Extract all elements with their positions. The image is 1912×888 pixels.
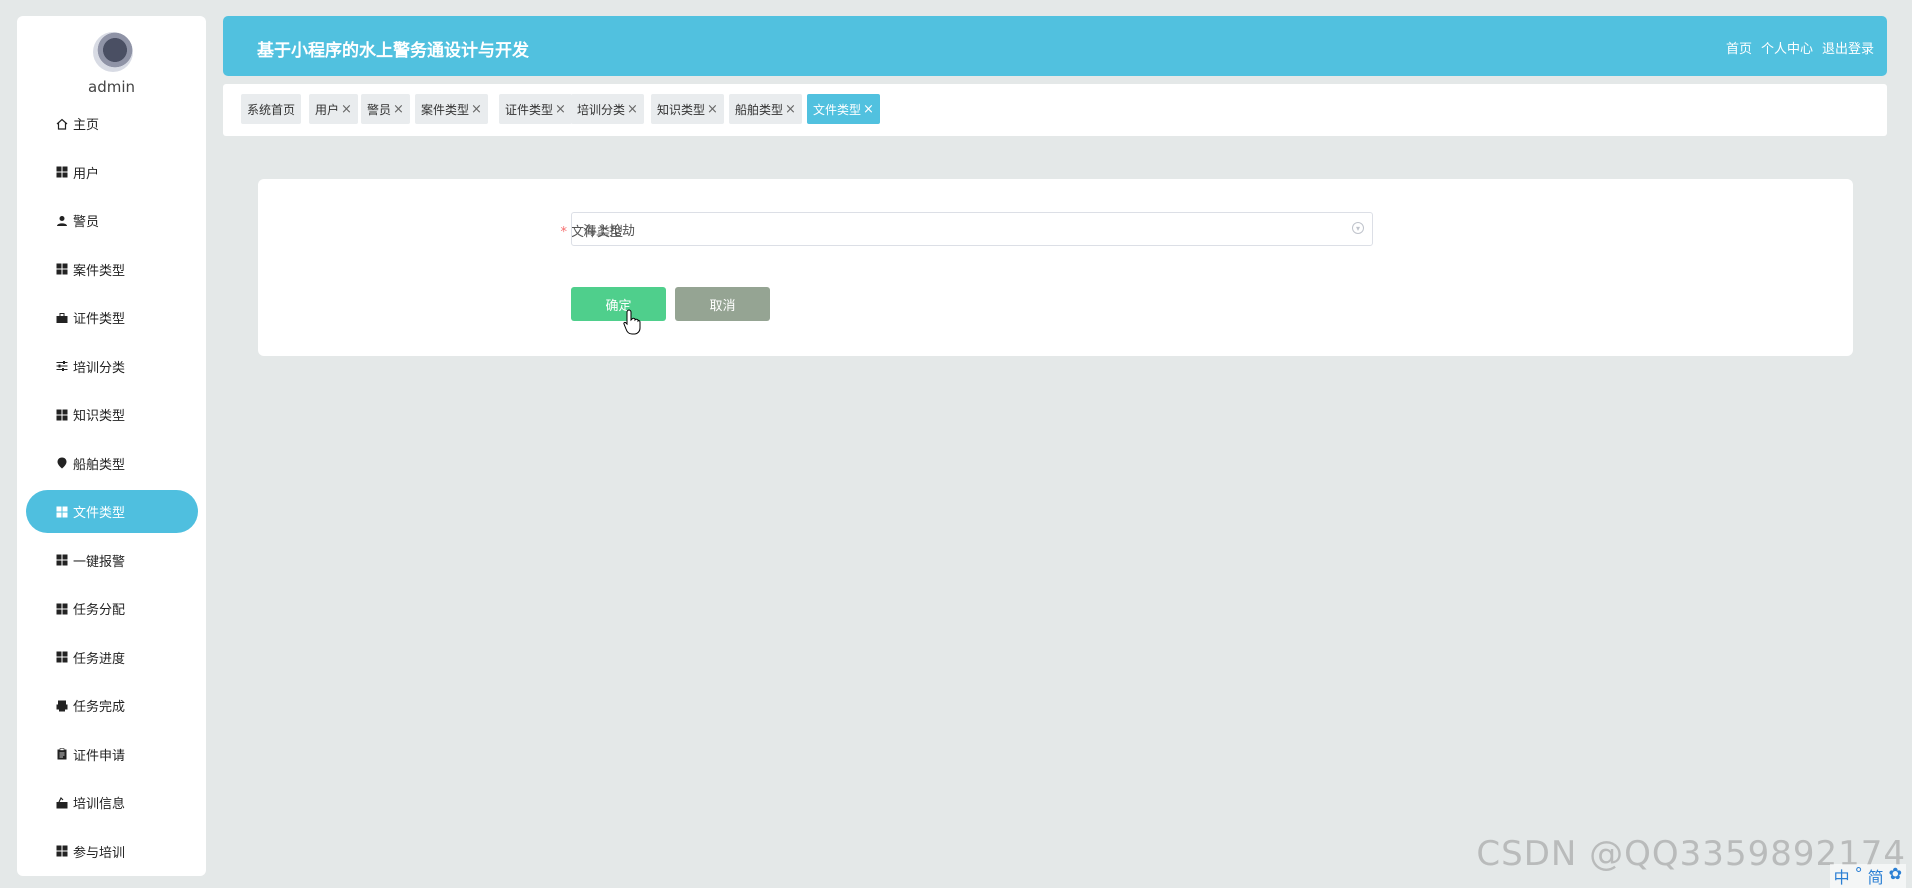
sidebar-item-10[interactable]: 任务分配 (26, 587, 198, 630)
grid-icon (56, 166, 68, 178)
sliders-icon (56, 360, 68, 372)
tab-label: 知识类型 (657, 102, 706, 117)
sidebar-item-6[interactable]: 知识类型 (26, 393, 198, 436)
tab-0[interactable]: 系统首页 (241, 94, 302, 124)
home-icon (56, 118, 68, 130)
close-icon[interactable]: × (471, 102, 482, 117)
printer-icon (56, 700, 68, 712)
sidebar-item-13[interactable]: 证件申请 (26, 733, 198, 776)
sidebar-item-label: 任务完成 (73, 700, 126, 715)
grid-icon (56, 409, 68, 421)
sidebar-item-4[interactable]: 证件类型 (26, 296, 198, 339)
sidebar-item-3[interactable]: 案件类型 (26, 248, 198, 291)
confirm-button[interactable]: 确定 (571, 287, 666, 321)
tab-6[interactable]: 知识类型 × (651, 94, 724, 124)
cancel-button[interactable]: 取消 (675, 287, 770, 321)
close-icon[interactable]: × (393, 102, 404, 117)
pin-icon (56, 457, 68, 469)
sidebar-item-label: 警员 (73, 215, 100, 230)
sidebar-item-5[interactable]: 培训分类 (26, 345, 198, 388)
sidebar-item-9[interactable]: 一键报警 (26, 539, 198, 582)
tab-label: 用户 (315, 102, 340, 117)
sidebar-item-label: 培训分类 (73, 360, 126, 376)
sidebar-item-15[interactable]: 参与培训 (26, 830, 198, 873)
sidebar-item-2[interactable]: 警员 (26, 199, 198, 242)
header-link-logout[interactable]: 退出登录 (1822, 38, 1874, 57)
header: 基于小程序的水上警务通设计与开发 首页 个人中心 退出登录 (223, 16, 1887, 76)
tab-label: 案件类型 (421, 102, 470, 117)
case-icon (56, 796, 68, 809)
header-link-home[interactable]: 首页 (1726, 38, 1752, 57)
tab-label: 证件类型 (505, 102, 554, 117)
header-link-profile[interactable]: 个人中心 (1761, 38, 1813, 57)
grid-icon (56, 554, 68, 566)
close-icon[interactable]: × (555, 102, 566, 117)
required-mark: * (560, 225, 567, 240)
sidebar-item-8[interactable]: 文件类型 (26, 490, 198, 533)
sidebar-item-label: 知识类型 (73, 409, 126, 424)
sidebar-item-11[interactable]: 任务进度 (26, 636, 198, 679)
tab-1[interactable]: 用户 × (309, 94, 358, 124)
sidebar-item-label: 船舶类型 (73, 457, 126, 473)
tab-label: 系统首页 (247, 102, 296, 117)
sidebar-item-label: 参与培训 (73, 845, 126, 861)
close-icon[interactable]: × (707, 102, 718, 117)
tab-8[interactable]: 文件类型 × (807, 94, 880, 124)
tab-2[interactable]: 警员 × (361, 94, 410, 124)
sidebar: admin 主页用户警员案件类型证件类型培训分类知识类型船舶类型文件类型一键报警… (17, 16, 206, 876)
grid-icon (56, 845, 68, 857)
page-title: 基于小程序的水上警务通设计与开发 (257, 41, 529, 61)
ime-chinese-icon[interactable]: 中 (1834, 864, 1850, 888)
tab-3[interactable]: 案件类型 × (415, 94, 488, 124)
sidebar-item-12[interactable]: 任务完成 (26, 684, 198, 727)
sidebar-item-label: 主页 (73, 118, 100, 133)
sidebar-item-label: 任务进度 (73, 651, 126, 667)
sidebar-item-label: 用户 (73, 166, 100, 182)
grid-icon (56, 651, 68, 663)
sidebar-item-label: 培训信息 (73, 797, 126, 812)
tab-5[interactable]: 培训分类 × (571, 94, 644, 124)
username: admin (88, 78, 135, 96)
close-icon[interactable]: × (341, 102, 352, 117)
sidebar-item-label: 任务分配 (73, 603, 126, 618)
sidebar-item-label: 文件类型 (73, 506, 126, 521)
sidebar-item-label: 证件类型 (73, 312, 126, 327)
tab-7[interactable]: 船舶类型 × (729, 94, 802, 124)
tab-label: 文件类型 (813, 102, 862, 117)
avatar[interactable] (93, 32, 133, 72)
hand-cursor-icon (623, 309, 641, 335)
sidebar-item-label: 一键报警 (73, 554, 126, 570)
file-type-value: 海上抢劫 (583, 223, 636, 239)
clipboard-icon (56, 748, 68, 760)
sidebar-item-label: 案件类型 (73, 263, 126, 279)
close-icon[interactable]: × (627, 102, 638, 117)
ime-punct-icon[interactable]: ° (1855, 864, 1863, 888)
sidebar-item-0[interactable]: 主页 (26, 102, 198, 145)
grid-icon (56, 263, 68, 275)
close-icon[interactable]: × (863, 102, 874, 117)
tab-4[interactable]: 证件类型 × (499, 94, 572, 124)
grid-icon (56, 603, 68, 615)
tab-label: 培训分类 (577, 102, 626, 117)
ime-toolbar: 中 ° 简 ✿ (1829, 864, 1906, 888)
sidebar-item-7[interactable]: 船舶类型 (26, 442, 198, 485)
tab-label: 船舶类型 (735, 102, 784, 117)
grid-icon (56, 506, 68, 518)
person-icon (56, 215, 68, 227)
chevron-down-icon[interactable]: ▾ (1352, 222, 1364, 234)
briefcase-icon (56, 312, 68, 324)
ime-simplified-icon[interactable]: 简 (1868, 864, 1884, 888)
file-type-select[interactable]: 海上抢劫 ▾ (571, 212, 1373, 246)
sidebar-item-14[interactable]: 培训信息 (26, 781, 198, 824)
header-links: 首页 个人中心 退出登录 (1726, 38, 1874, 57)
form-card: * 文件类型 海上抢劫 ▾ 确定 取消 (258, 179, 1853, 356)
ime-skin-icon[interactable]: ✿ (1889, 864, 1902, 888)
sidebar-item-1[interactable]: 用户 (26, 151, 198, 194)
sidebar-item-label: 证件申请 (73, 748, 126, 764)
tab-label: 警员 (367, 102, 392, 117)
close-icon[interactable]: × (785, 102, 796, 117)
tabs-bar: 系统首页 用户 × 警员 × 案件类型 × 证件类型 × 培训分类 × 知识类型 × 船舶类型 × 文件类型 × (223, 84, 1887, 136)
